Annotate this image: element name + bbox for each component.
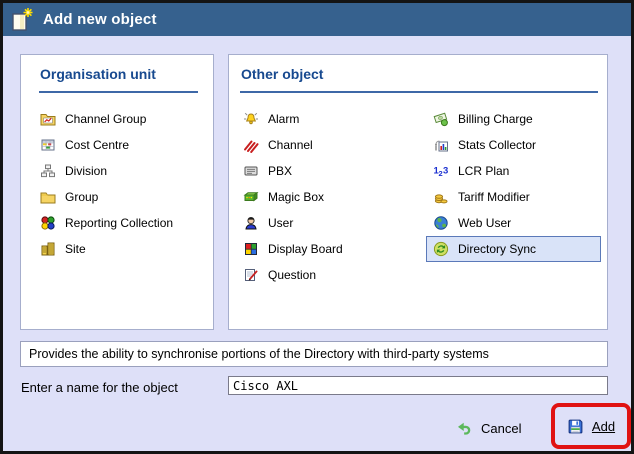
channel-group-icon bbox=[40, 111, 56, 127]
item-label: Site bbox=[65, 242, 86, 256]
pbx-icon bbox=[243, 163, 259, 179]
tariff-modifier-icon bbox=[433, 189, 449, 205]
undo-arrow-icon bbox=[455, 420, 472, 437]
other-object-heading: Other object bbox=[241, 66, 323, 82]
directory-sync-icon bbox=[433, 241, 449, 257]
user-icon bbox=[243, 215, 259, 231]
list-item-tariff-modifier[interactable]: Tariff Modifier bbox=[433, 184, 607, 210]
list-item-question[interactable]: Question bbox=[243, 262, 427, 288]
item-label: Tariff Modifier bbox=[458, 190, 530, 204]
list-item-directory-sync[interactable]: Directory Sync bbox=[426, 236, 601, 262]
item-label: Group bbox=[65, 190, 98, 204]
organisation-unit-panel: Organisation unit Channel Group bbox=[20, 54, 214, 330]
group-icon bbox=[40, 189, 56, 205]
add-label: Add bbox=[592, 419, 615, 434]
item-label: Cost Centre bbox=[65, 138, 129, 152]
list-item-division[interactable]: Division bbox=[40, 158, 208, 184]
other-object-panel: Other object Alarm Channel bbox=[228, 54, 608, 330]
item-label: Alarm bbox=[268, 112, 299, 126]
svg-text:3: 3 bbox=[443, 166, 448, 177]
add-button[interactable]: Add bbox=[567, 418, 615, 435]
organisation-unit-heading: Organisation unit bbox=[40, 66, 156, 82]
organisation-unit-list: Channel Group Cost Centre bbox=[40, 106, 208, 262]
item-label: LCR Plan bbox=[458, 164, 509, 178]
division-icon bbox=[40, 163, 56, 179]
list-item-channel-group[interactable]: Channel Group bbox=[40, 106, 208, 132]
save-floppy-icon bbox=[567, 418, 584, 435]
heading-rule bbox=[39, 91, 198, 93]
item-label: Channel Group bbox=[65, 112, 146, 126]
list-item-channel[interactable]: Channel bbox=[243, 132, 427, 158]
list-item-user[interactable]: User bbox=[243, 210, 427, 236]
new-document-icon bbox=[10, 7, 34, 33]
stats-collector-icon bbox=[433, 137, 449, 153]
list-item-display-board[interactable]: Display Board bbox=[243, 236, 427, 262]
dialog-title: Add new object bbox=[43, 11, 157, 28]
heading-rule bbox=[240, 91, 598, 93]
list-item-site[interactable]: Site bbox=[40, 236, 208, 262]
item-label: Question bbox=[268, 268, 316, 282]
list-item-billing-charge[interactable]: Billing Charge bbox=[433, 106, 607, 132]
magic-box-icon bbox=[243, 189, 259, 205]
item-label: Reporting Collection bbox=[65, 216, 173, 230]
list-item-alarm[interactable]: Alarm bbox=[243, 106, 427, 132]
display-board-icon bbox=[243, 241, 259, 257]
add-new-object-dialog: Add new object Organisation unit Channel… bbox=[0, 0, 634, 454]
item-label: Magic Box bbox=[268, 190, 324, 204]
web-user-icon bbox=[433, 215, 449, 231]
add-button-highlight: Add bbox=[551, 403, 631, 449]
item-label: Stats Collector bbox=[458, 138, 536, 152]
item-label: Channel bbox=[268, 138, 313, 152]
cancel-label: Cancel bbox=[481, 421, 521, 436]
question-icon bbox=[243, 267, 259, 283]
list-item-cost-centre[interactable]: Cost Centre bbox=[40, 132, 208, 158]
list-item-reporting-collection[interactable]: Reporting Collection bbox=[40, 210, 208, 236]
billing-charge-icon bbox=[433, 111, 449, 127]
item-label: Division bbox=[65, 164, 107, 178]
list-item-magic-box[interactable]: Magic Box bbox=[243, 184, 427, 210]
item-label: Billing Charge bbox=[458, 112, 533, 126]
item-label: Web User bbox=[458, 216, 511, 230]
object-name-label: Enter a name for the object bbox=[21, 380, 178, 395]
lcr-plan-icon: 1 2 3 bbox=[433, 163, 449, 179]
list-item-group[interactable]: Group bbox=[40, 184, 208, 210]
list-item-lcr-plan[interactable]: 1 2 3 LCR Plan bbox=[433, 158, 607, 184]
list-item-stats-collector[interactable]: Stats Collector bbox=[433, 132, 607, 158]
cancel-button[interactable]: Cancel bbox=[455, 416, 521, 440]
title-bar: Add new object bbox=[3, 3, 631, 36]
item-label: User bbox=[268, 216, 293, 230]
item-label: Display Board bbox=[268, 242, 343, 256]
list-item-web-user[interactable]: Web User bbox=[433, 210, 607, 236]
other-object-column-2: Billing Charge Stats Collector 1 2 bbox=[433, 106, 607, 262]
list-item-pbx[interactable]: PBX bbox=[243, 158, 427, 184]
cost-centre-icon bbox=[40, 137, 56, 153]
other-object-column-1: Alarm Channel PBX bbox=[243, 106, 427, 288]
reporting-collection-icon bbox=[40, 215, 56, 231]
site-icon bbox=[40, 241, 56, 257]
alarm-icon bbox=[243, 111, 259, 127]
item-label: Directory Sync bbox=[458, 242, 536, 256]
channel-icon bbox=[243, 137, 259, 153]
object-name-input[interactable] bbox=[228, 376, 608, 395]
item-label: PBX bbox=[268, 164, 292, 178]
object-description: Provides the ability to synchronise port… bbox=[20, 341, 608, 367]
